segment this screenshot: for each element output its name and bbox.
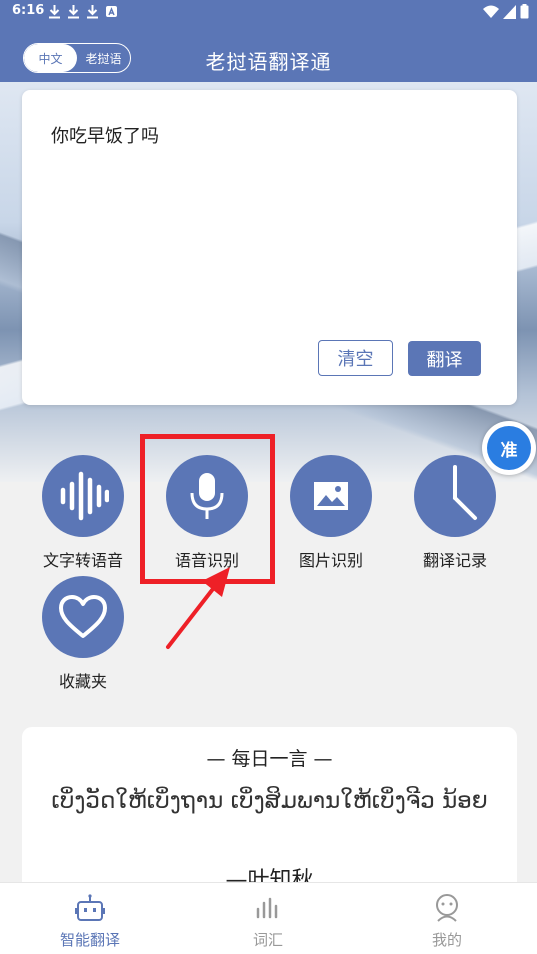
bars-icon [253, 893, 283, 923]
page-title: 老挝语翻译通 [205, 50, 332, 74]
feature-favorites[interactable]: 收藏夹 [23, 576, 143, 692]
signal-icon [503, 4, 516, 23]
user-icon [432, 893, 462, 923]
wifi-icon [483, 5, 499, 23]
tab-vocabulary[interactable]: 词汇 [208, 893, 328, 950]
status-bar: 6:16 [0, 0, 537, 24]
download-icon [86, 4, 99, 19]
tab-profile[interactable]: 我的 [387, 893, 507, 950]
daily-quote-card: — 每日一言 — ເບິ່ງວັດໃຫ້ເບິ່ງຖານ ເບິ່ງສິມພານ… [22, 727, 517, 897]
arrow-annotation [166, 567, 230, 649]
feature-label: 文字转语音 [42, 551, 123, 570]
source-text-input[interactable]: 你吃早饭了吗 [51, 122, 159, 148]
download-icon [67, 4, 80, 19]
battery-icon [520, 4, 529, 23]
app-notification-icon [105, 4, 118, 19]
feature-text-to-speech[interactable]: 文字转语音 [23, 455, 143, 571]
system-icons [483, 4, 529, 23]
feature-translation-history[interactable]: 翻译记录 [395, 455, 515, 571]
feature-label: 翻译记录 [422, 551, 487, 570]
clear-button[interactable]: 清空 [318, 340, 393, 376]
translate-button[interactable]: 翻译 [408, 341, 481, 376]
bottom-tab-bar: 智能翻译 词汇 我的 [0, 882, 537, 954]
sound-wave-icon[interactable] [42, 455, 124, 537]
translation-input-card[interactable]: 你吃早饭了吗 清空 翻译 [22, 90, 517, 405]
tab-label: 智能翻译 [59, 931, 120, 949]
download-icon [48, 4, 61, 19]
image-icon[interactable] [290, 455, 372, 537]
tab-label: 词汇 [252, 931, 283, 949]
app-header: 中文 老挝语 老挝语翻译通 [0, 24, 537, 82]
status-time: 6:16 [12, 3, 45, 18]
heart-icon[interactable] [42, 576, 124, 658]
feature-label: 图片识别 [298, 551, 363, 570]
robot-icon [75, 893, 105, 923]
feature-label: 收藏夹 [58, 672, 107, 691]
clock-icon[interactable] [414, 455, 496, 537]
tab-smart-translate[interactable]: 智能翻译 [30, 893, 150, 950]
quote-text: ເບິ່ງວັດໃຫ້ເບິ່ງຖານ ເບິ່ງສິມພານໃຫ້ເບິ່ງຈ… [51, 788, 488, 814]
notification-icons [48, 4, 118, 19]
quote-title: — 每日一言 — [206, 748, 333, 770]
feature-image-recognition[interactable]: 图片识别 [271, 455, 391, 571]
tab-label: 我的 [431, 931, 462, 949]
